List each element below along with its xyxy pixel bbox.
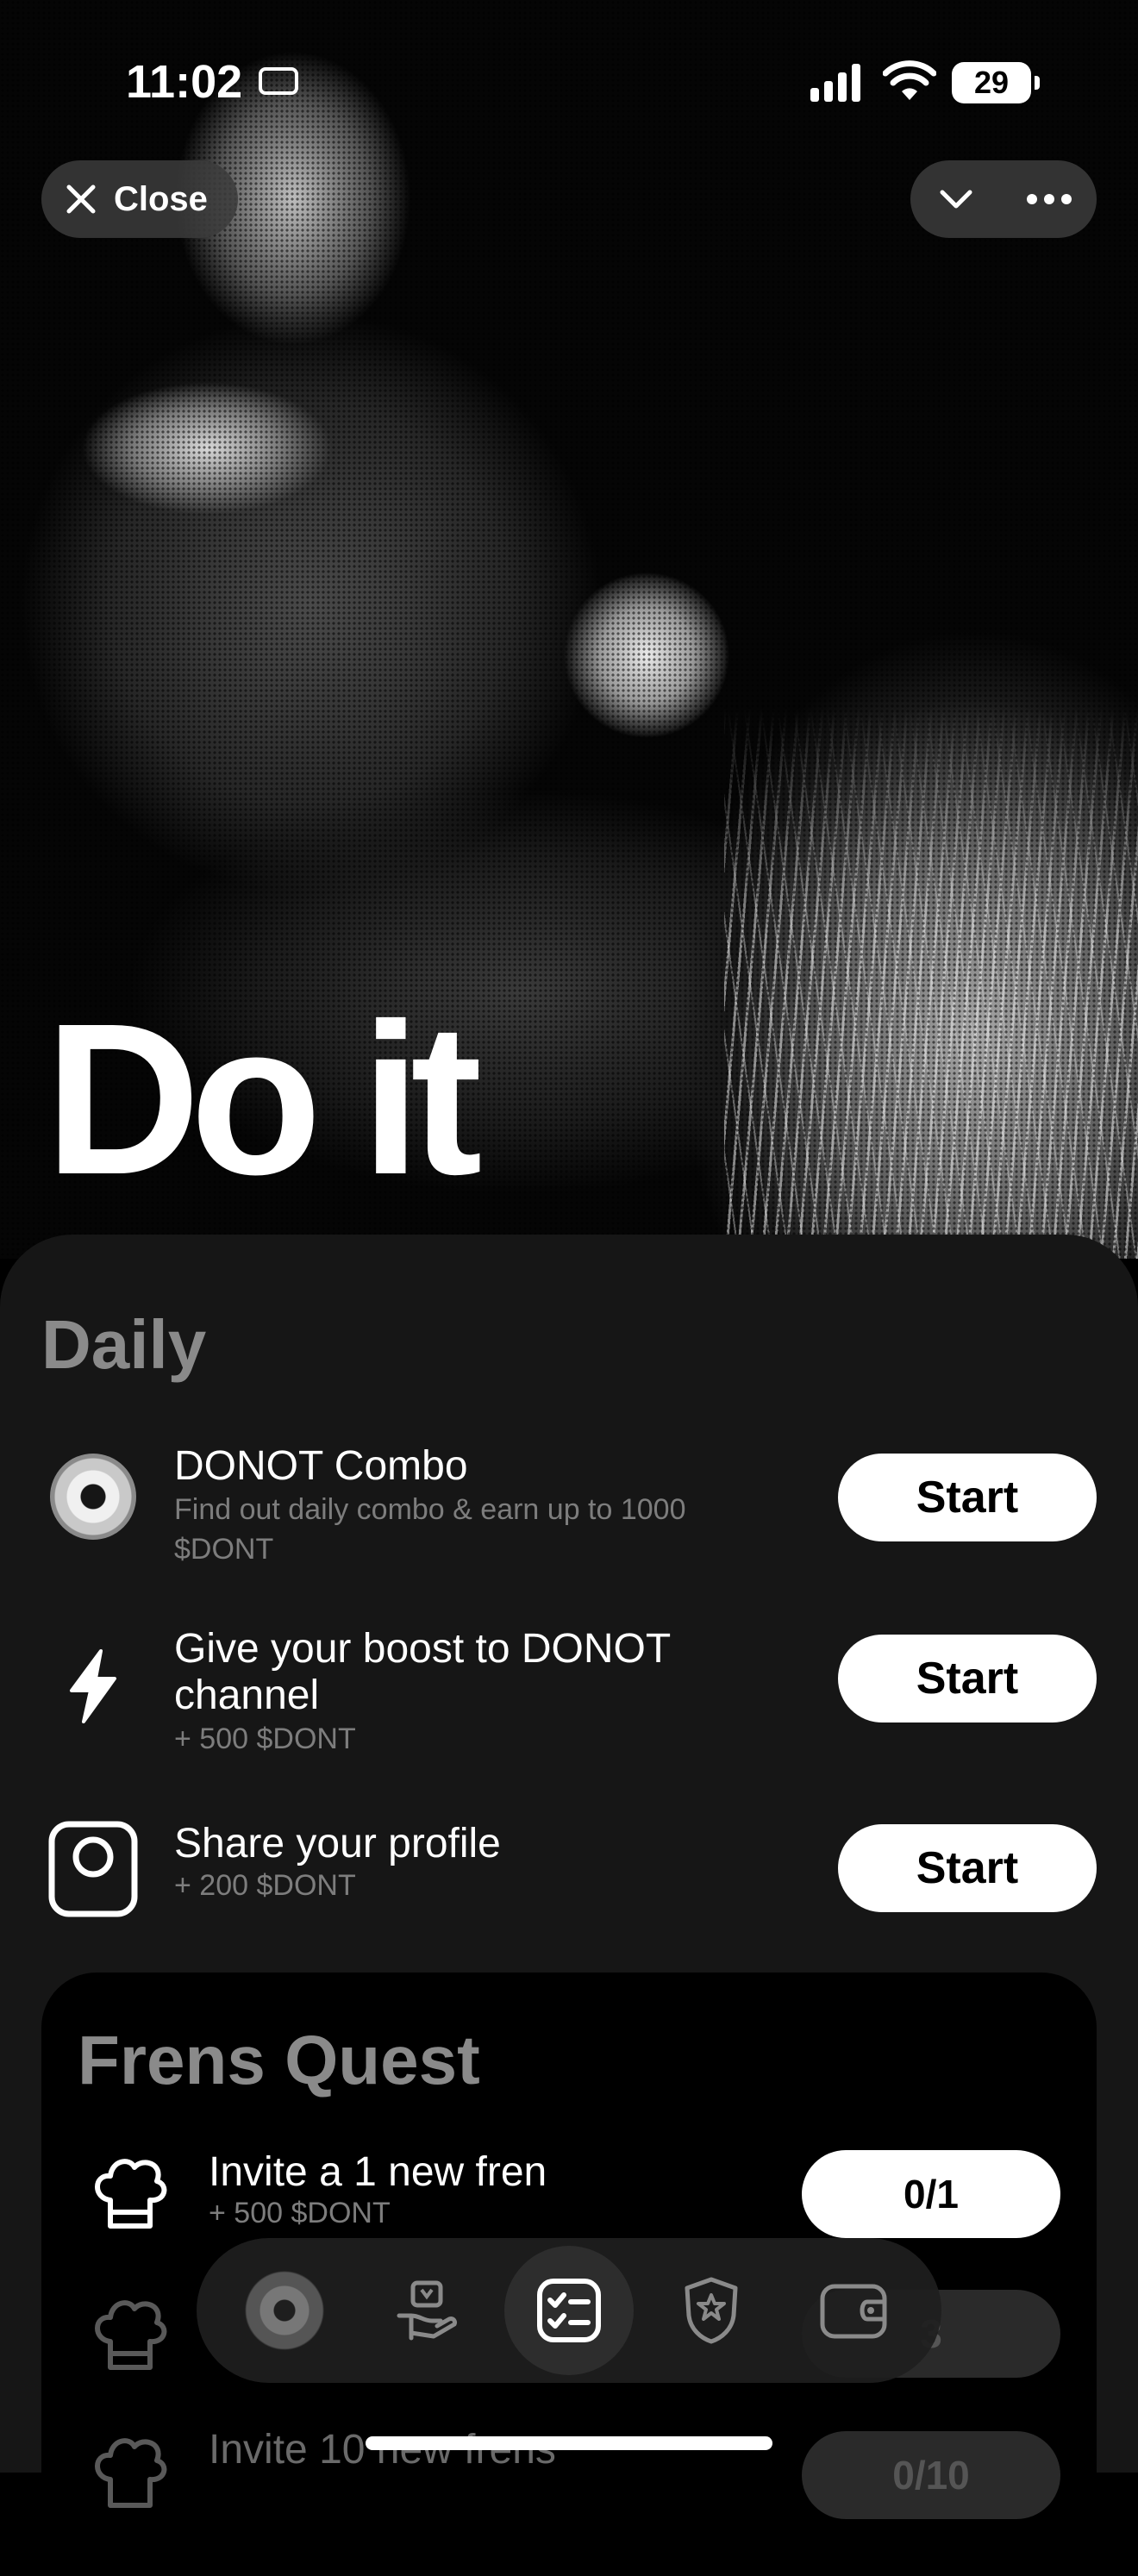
donut-icon	[48, 1452, 138, 1541]
donut-icon	[243, 2269, 327, 2352]
hero-grass	[724, 707, 1138, 1259]
more-options-icon[interactable]	[1026, 191, 1072, 208]
rewards-tab[interactable]	[362, 2246, 491, 2375]
badge-tab[interactable]	[647, 2246, 776, 2375]
police-badge-icon	[685, 2277, 738, 2344]
battery-indicator: 29	[952, 62, 1040, 103]
close-label: Close	[114, 179, 208, 218]
quest-progress[interactable]: 0/10	[802, 2431, 1060, 2519]
start-button-share[interactable]: Start	[838, 1824, 1097, 1912]
wifi-icon	[883, 60, 936, 100]
frens-quest-title: Frens Quest	[78, 2022, 480, 2098]
status-time: 11:02	[126, 56, 243, 108]
home-indicator	[366, 2436, 772, 2450]
top-right-controls	[910, 160, 1097, 238]
chevron-down-icon[interactable]	[935, 178, 977, 220]
quest-title: Invite a 1 new fren	[209, 2149, 547, 2195]
tasks-tab[interactable]	[503, 2246, 634, 2375]
lightning-icon	[48, 1641, 138, 1731]
close-icon	[66, 184, 96, 214]
hero-title: Do it	[45, 979, 482, 1219]
task-title: Share your profile	[174, 1821, 501, 1866]
wallet-icon	[820, 2284, 887, 2339]
quest-progress[interactable]: 0/1	[802, 2150, 1060, 2238]
wallet-tab[interactable]	[789, 2246, 918, 2375]
task-subtitle: + 500 $DONT	[174, 1723, 356, 1755]
start-button-boost[interactable]: Start	[838, 1635, 1097, 1723]
sim-icon	[259, 67, 298, 95]
instagram-icon	[48, 1821, 138, 1917]
start-button-combo[interactable]: Start	[838, 1454, 1097, 1541]
close-button[interactable]: Close	[41, 160, 238, 238]
task-subtitle: + 200 $DONT	[174, 1869, 356, 1902]
checklist-icon	[536, 2279, 601, 2342]
chef-hat-icon	[95, 2300, 167, 2370]
task-title: DONOT Combo	[174, 1443, 468, 1489]
donut-tab[interactable]	[220, 2246, 349, 2375]
chef-hat-icon	[95, 2438, 167, 2508]
status-bar: 11:02 29	[0, 0, 1138, 164]
chef-hat-icon	[95, 2159, 167, 2229]
quest-subtitle: + 500 $DONT	[209, 2197, 391, 2229]
task-title: Give your boost to DONOT channel	[174, 1626, 671, 1718]
signal-icon	[810, 64, 860, 102]
bottom-tab-bar	[197, 2238, 941, 2383]
task-subtitle: Find out daily combo & earn up to 1000 $…	[174, 1493, 686, 1566]
daily-section-title: Daily	[41, 1306, 207, 1383]
gift-hand-icon	[397, 2280, 458, 2341]
